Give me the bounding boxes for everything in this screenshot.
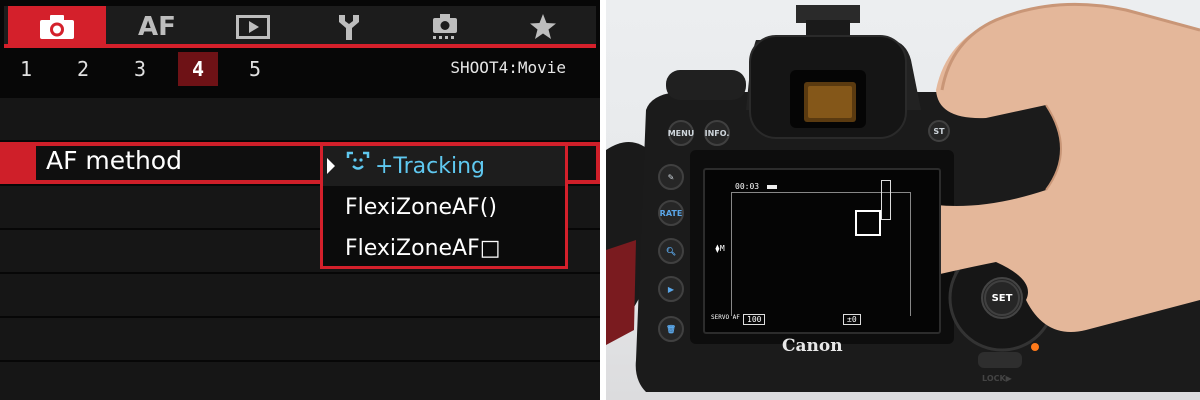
menu-tab-bar: AF bbox=[4, 6, 596, 48]
subtab-1[interactable]: 1 bbox=[6, 52, 46, 86]
brand-logo: Canon bbox=[782, 336, 843, 356]
edit-icon: ✎ bbox=[667, 172, 675, 182]
option-label: FlexiZoneAF□ bbox=[345, 235, 501, 261]
menu-row-empty bbox=[0, 318, 600, 360]
wrench-icon bbox=[336, 13, 362, 41]
start-stop-button[interactable]: ST bbox=[928, 120, 950, 142]
subtab-2[interactable]: 2 bbox=[63, 52, 103, 86]
camera-icon bbox=[39, 14, 75, 40]
star-icon bbox=[529, 13, 557, 41]
level-meter bbox=[881, 180, 891, 220]
tab-shoot[interactable] bbox=[8, 6, 106, 48]
recording-timer: 00:03 bbox=[735, 182, 760, 191]
selection-arrow-icon bbox=[327, 158, 335, 174]
menu-row-empty bbox=[0, 362, 600, 400]
af-method-dropdown: +Tracking FlexiZoneAF() FlexiZoneAF□ bbox=[320, 143, 568, 269]
tab-af-label: AF bbox=[138, 12, 176, 42]
rate-button[interactable]: RATE bbox=[658, 200, 684, 226]
rear-lcd[interactable]: 00:03 ⧫M SERVO AF 100 ±0 bbox=[703, 168, 941, 334]
set-button[interactable]: SET bbox=[984, 280, 1020, 316]
tab-custom-functions[interactable] bbox=[396, 6, 494, 48]
page-title: SHOOT4:Movie bbox=[450, 58, 566, 77]
trash-icon: 🗑︎ bbox=[665, 324, 677, 334]
camera-menu-screen: AF 1 2 3 4 5 SHOOT4:Movie AF method +Tra… bbox=[0, 0, 600, 400]
menu-row-empty bbox=[0, 98, 600, 140]
subtab-3[interactable]: 3 bbox=[120, 52, 160, 86]
tab-my-menu[interactable] bbox=[494, 6, 592, 48]
option-face-tracking[interactable]: +Tracking bbox=[323, 146, 565, 186]
option-flexizone-single[interactable]: FlexiZoneAF□ bbox=[323, 228, 565, 268]
play-icon bbox=[236, 15, 270, 39]
exposure-comp-readout: ±0 bbox=[843, 314, 861, 325]
tab-af[interactable]: AF bbox=[108, 6, 206, 48]
menu-item-label: AF method bbox=[46, 146, 182, 175]
iso-readout: 100 bbox=[743, 314, 766, 325]
delete-button[interactable]: 🗑︎ bbox=[658, 316, 684, 342]
subtab-4[interactable]: 4 bbox=[178, 52, 218, 86]
menu-row-empty bbox=[0, 274, 600, 316]
menu-button[interactable]: MENU bbox=[668, 120, 694, 146]
tab-bar-underline bbox=[4, 44, 596, 48]
camera-custom-icon bbox=[429, 13, 461, 41]
lock-label: LOCK▶ bbox=[982, 374, 1012, 383]
subtab-row: 1 2 3 4 5 SHOOT4:Movie bbox=[0, 50, 600, 86]
play-icon: ▶ bbox=[667, 284, 675, 294]
option-flexizone-multi[interactable]: FlexiZoneAF() bbox=[323, 187, 565, 227]
battery-icon bbox=[767, 185, 777, 189]
option-label: FlexiZoneAF() bbox=[345, 194, 497, 220]
picture-style-button[interactable]: ✎ bbox=[658, 164, 684, 190]
af-mode-readout: SERVO AF bbox=[711, 314, 740, 321]
camera-photo: MENU INFO. ST ✎ RATE 🔍︎ ▶ 🗑︎ SET LOCK▶ 0… bbox=[606, 0, 1200, 400]
magnifier-icon: 🔍︎ bbox=[665, 246, 677, 256]
tab-setup[interactable] bbox=[300, 6, 398, 48]
metering-icon: ⧫M bbox=[715, 244, 725, 253]
playback-button[interactable]: ▶ bbox=[658, 276, 684, 302]
zoom-button[interactable]: 🔍︎ bbox=[658, 238, 684, 264]
subtab-5[interactable]: 5 bbox=[235, 52, 275, 86]
tab-playback[interactable] bbox=[204, 6, 302, 48]
info-button[interactable]: INFO. bbox=[704, 120, 730, 146]
face-icon bbox=[345, 150, 371, 182]
option-label: +Tracking bbox=[375, 153, 486, 179]
af-point bbox=[855, 210, 881, 236]
